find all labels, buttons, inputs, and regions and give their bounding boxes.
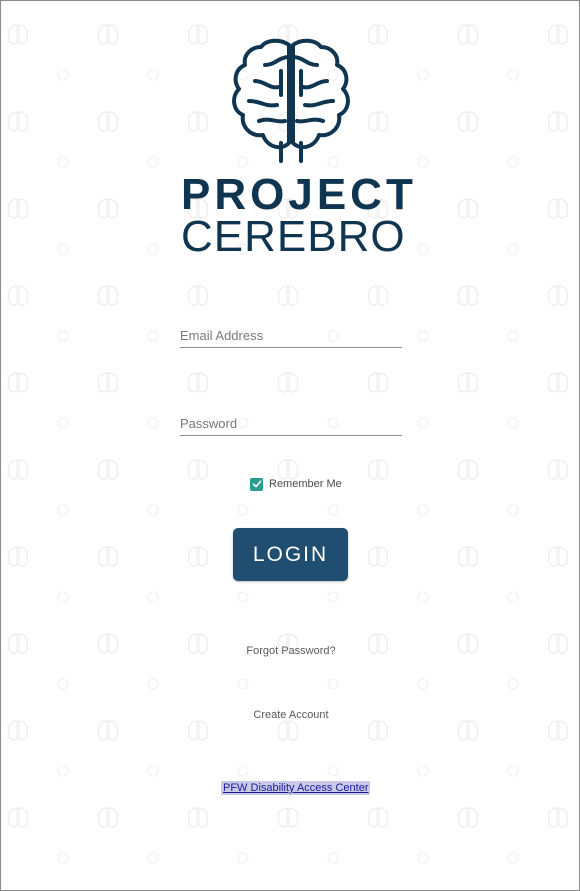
- brand-title-line1: PROJECT: [181, 170, 417, 219]
- disability-access-center-link[interactable]: PFW Disability Access Center: [221, 781, 371, 795]
- email-field[interactable]: [180, 325, 402, 348]
- project-cerebro-logo: PROJECT CEREBRO: [181, 37, 417, 261]
- checkmark-icon: [252, 480, 261, 488]
- remember-me[interactable]: Remember Me: [250, 476, 342, 492]
- password-field[interactable]: [180, 413, 402, 436]
- create-account-link[interactable]: Create Account: [1, 709, 579, 721]
- remember-me-checkbox[interactable]: [250, 477, 263, 491]
- password-input[interactable]: [180, 413, 402, 433]
- email-input[interactable]: [180, 325, 402, 345]
- brand-title-line2: CEREBRO: [181, 212, 406, 261]
- remember-me-label: Remember Me: [269, 478, 342, 490]
- brain-icon: [232, 38, 350, 163]
- login-page: PROJECT CEREBRO Remember Me LOGIN Forgot…: [0, 0, 580, 891]
- login-button[interactable]: LOGIN: [233, 528, 348, 581]
- forgot-password-link[interactable]: Forgot Password?: [1, 645, 579, 657]
